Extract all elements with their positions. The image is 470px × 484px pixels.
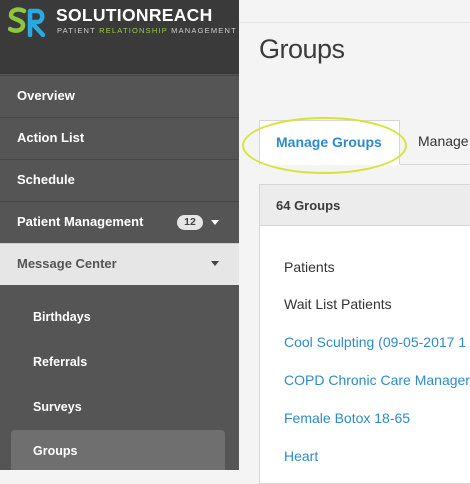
sidebar-subitem-label: Groups [33,444,78,458]
sidebar-subitem-referrals[interactable]: Referrals [0,341,239,385]
list-item: Patients [284,259,335,275]
sidebar-item-patient-management[interactable]: Patient Management 12 [0,201,239,242]
sidebar-subitem-label: Surveys [33,400,82,414]
main-content: Groups Manage Groups Manage 64 Groups Pa… [239,0,470,484]
list-item: Wait List Patients [284,296,392,312]
list-item[interactable]: Female Botox 18-65 [284,410,410,426]
list-item[interactable]: COPD Chronic Care Manager [284,372,470,388]
tab-label: Manage Groups [276,134,382,150]
sidebar-item-message-center[interactable]: Message Center [0,243,239,285]
sidebar-item-label: Schedule [17,172,75,187]
sidebar: SOLUTIONREACH PATIENT RELATIONSHIP MANAG… [0,0,239,470]
panel-header: 64 Groups [260,185,470,226]
tab-manage-groups[interactable]: Manage Groups [259,120,400,165]
brand-tagline: PATIENT RELATIONSHIP MANAGEMENT [57,26,237,35]
sidebar-subitem-surveys[interactable]: Surveys [0,386,239,430]
sidebar-subitem-groups[interactable]: Groups [0,430,239,470]
count-badge: 12 [177,215,203,230]
chevron-down-icon [211,220,219,225]
sidebar-item-label: Patient Management [17,214,144,229]
list-item[interactable]: Heart [284,448,318,464]
sidebar-item-label: Message Center [17,256,117,271]
sidebar-item-label: Overview [17,88,75,103]
list-item[interactable]: Cool Sculpting (09-05-2017 1 [284,334,466,350]
sidebar-subitem-label: Birthdays [33,310,91,324]
divider [239,22,470,23]
sidebar-item-label: Action List [17,130,85,145]
tab-label: Manage [418,133,469,149]
sidebar-item-action-list[interactable]: Action List [0,117,239,158]
chevron-down-icon [211,261,219,266]
brand-header: SOLUTIONREACH PATIENT RELATIONSHIP MANAG… [0,0,239,74]
groups-count: 64 Groups [276,198,341,213]
solutionreach-logo-icon [8,7,46,37]
sidebar-item-schedule[interactable]: Schedule [0,159,239,200]
groups-panel: 64 Groups Patients Wait List Patients Co… [259,184,470,484]
brand-name: SOLUTIONREACH [56,5,213,25]
sidebar-subitem-birthdays[interactable]: Birthdays [0,296,239,340]
sidebar-item-overview[interactable]: Overview [0,75,239,116]
sidebar-subitem-label: Referrals [33,355,88,369]
page-title: Groups [259,34,345,64]
